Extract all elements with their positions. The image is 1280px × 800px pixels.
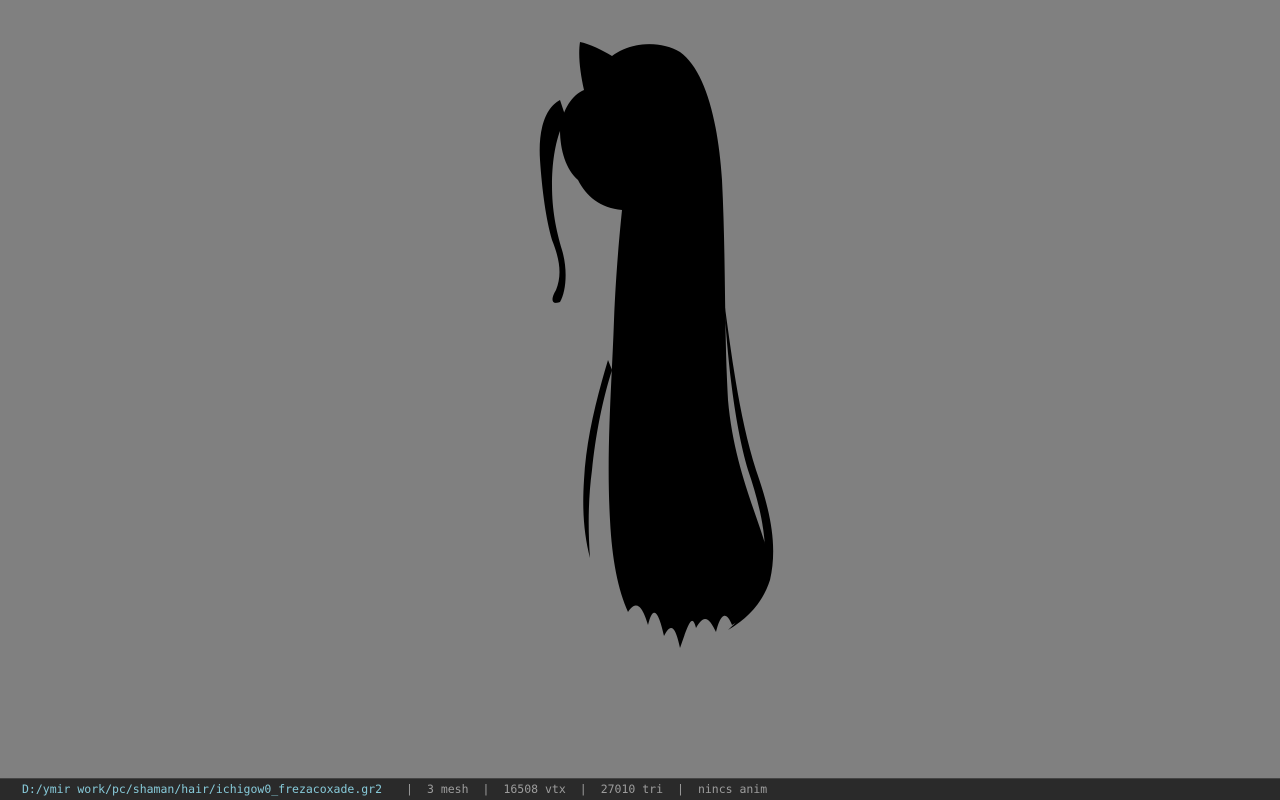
status-bar: D:/ymir work/pc/shaman/hair/ichigow0_fre… xyxy=(0,778,1280,800)
hair-model-silhouette xyxy=(539,42,774,648)
separator: | xyxy=(677,782,684,796)
hair-lower-left-strand xyxy=(583,360,612,558)
mesh-count: 3 mesh xyxy=(426,782,469,796)
animation-status: nincs anim xyxy=(697,782,768,796)
separator: | xyxy=(579,782,587,796)
file-path: D:/ymir work/pc/shaman/hair/ichigow0_fre… xyxy=(22,782,383,796)
3d-viewport[interactable] xyxy=(0,0,1280,778)
vertex-count: 16508 vtx xyxy=(503,782,566,796)
hair-main-mass xyxy=(560,42,769,648)
separator: | xyxy=(482,782,490,796)
separator: | xyxy=(406,782,413,796)
triangle-count: 27010 tri xyxy=(600,782,664,796)
